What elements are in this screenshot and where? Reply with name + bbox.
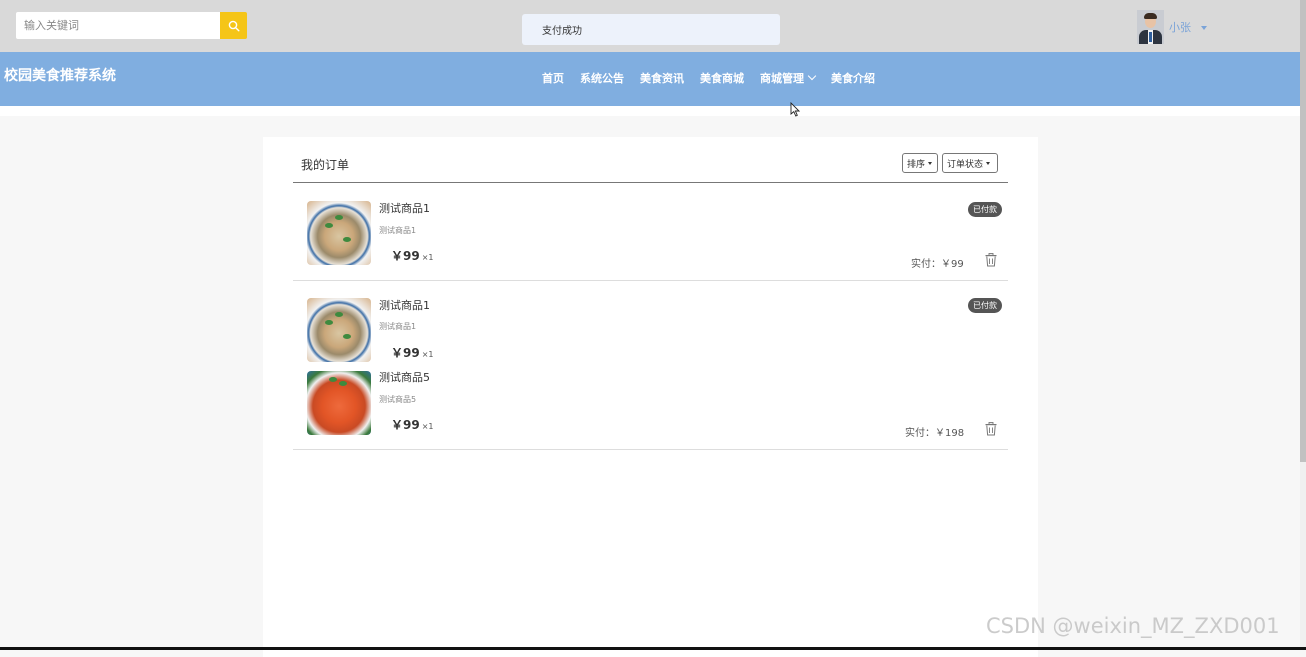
nav-spacer bbox=[0, 106, 1300, 116]
price-value: ￥99 bbox=[391, 249, 420, 263]
order-status-label: 订单状态 bbox=[947, 159, 984, 170]
toast-message: 支付成功 bbox=[542, 26, 582, 37]
caret-down-icon[interactable] bbox=[1201, 26, 1207, 30]
orders-panel: 我的订单 排序 订单状态 测试商品1 测试商品1 ￥99 ×1 已付款 实付：￥9… bbox=[263, 137, 1038, 657]
nav-mall-manage-label: 商城管理 bbox=[760, 72, 804, 85]
product-quantity: ×1 bbox=[421, 253, 434, 262]
product-quantity: ×1 bbox=[421, 350, 434, 359]
status-badge: 已付款 bbox=[968, 202, 1002, 217]
chevron-down-icon bbox=[807, 71, 817, 81]
search-input[interactable] bbox=[16, 12, 220, 39]
nav-mall-manage[interactable]: 商城管理 bbox=[760, 70, 817, 86]
product-price: ￥99 ×1 bbox=[391, 344, 434, 361]
delete-icon[interactable] bbox=[985, 422, 997, 436]
product-description: 测试商品5 bbox=[379, 395, 417, 404]
product-image[interactable] bbox=[307, 298, 371, 362]
delete-icon[interactable] bbox=[985, 253, 997, 267]
product-description: 测试商品1 bbox=[379, 322, 417, 331]
product-image[interactable] bbox=[307, 201, 371, 265]
product-name[interactable]: 测试商品5 bbox=[379, 369, 430, 385]
payment-success-toast: 支付成功 bbox=[522, 14, 780, 45]
nav-home[interactable]: 首页 bbox=[542, 70, 564, 86]
product-price: ￥99 ×1 bbox=[391, 247, 434, 264]
header-divider bbox=[293, 182, 1008, 183]
watermark: CSDN @weixin_MZ_ZXD001 bbox=[986, 614, 1280, 638]
sort-label: 排序 bbox=[907, 159, 926, 170]
price-value: ￥99 bbox=[391, 418, 420, 432]
product-name[interactable]: 测试商品1 bbox=[379, 200, 430, 216]
product-description: 测试商品1 bbox=[379, 226, 417, 235]
product-image[interactable] bbox=[307, 371, 371, 435]
order-divider bbox=[293, 449, 1008, 450]
order-status-dropdown[interactable]: 订单状态 bbox=[942, 153, 998, 173]
paid-amount: 实付：￥99 bbox=[911, 259, 964, 270]
paid-amount: 实付：￥198 bbox=[905, 428, 965, 439]
search-icon bbox=[228, 20, 240, 32]
nav-mall[interactable]: 美食商城 bbox=[700, 70, 744, 86]
caret-down-icon bbox=[986, 161, 991, 165]
price-value: ￥99 bbox=[391, 346, 420, 360]
search-button[interactable] bbox=[220, 12, 247, 39]
search-box bbox=[16, 12, 247, 39]
page-scrollbar[interactable] bbox=[1300, 0, 1306, 650]
avatar bbox=[1137, 10, 1164, 44]
product-quantity: ×1 bbox=[421, 422, 434, 431]
product-price: ￥99 ×1 bbox=[391, 416, 434, 433]
nav-news[interactable]: 美食资讯 bbox=[640, 70, 684, 86]
top-bar: 支付成功 小张 bbox=[0, 0, 1300, 52]
user-menu[interactable]: 小张 bbox=[1137, 10, 1207, 44]
caret-down-icon bbox=[928, 161, 933, 165]
status-badge: 已付款 bbox=[968, 298, 1002, 313]
order-divider bbox=[293, 280, 1008, 281]
main-nav: 首页 系统公告 美食资讯 美食商城 商城管理 美食介绍 bbox=[534, 70, 883, 86]
product-name[interactable]: 测试商品1 bbox=[379, 297, 430, 313]
username[interactable]: 小张 bbox=[1169, 19, 1191, 35]
mouse-cursor-icon bbox=[790, 102, 800, 117]
sort-dropdown[interactable]: 排序 bbox=[902, 153, 938, 173]
main-nav-bar: 校园美食推荐系统 首页 系统公告 美食资讯 美食商城 商城管理 美食介绍 bbox=[0, 52, 1300, 106]
scrollbar-thumb[interactable] bbox=[1300, 0, 1306, 462]
site-title: 校园美食推荐系统 bbox=[4, 68, 116, 84]
nav-intro[interactable]: 美食介绍 bbox=[831, 70, 875, 86]
nav-notice[interactable]: 系统公告 bbox=[580, 70, 624, 86]
page-title: 我的订单 bbox=[301, 158, 350, 172]
